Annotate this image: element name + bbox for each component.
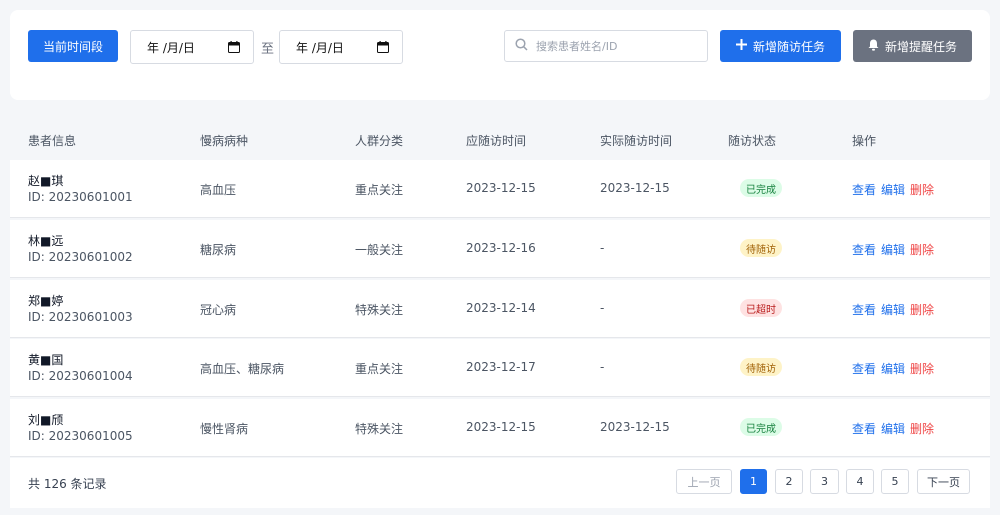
patient-id: ID: 20230601001	[28, 190, 133, 204]
calendar-icon[interactable]	[227, 40, 241, 54]
pagination-bar: 共 126 条记录 上一页 1 2 3 4 5 下一页	[10, 458, 990, 508]
search-icon	[515, 38, 528, 54]
date-to-text: 年 /月/日	[296, 40, 344, 55]
view-link[interactable]: 查看	[852, 360, 876, 377]
patient-id: ID: 20230601002	[28, 250, 133, 264]
add-followup-button[interactable]: 新增随访任务	[720, 30, 841, 62]
actual-time: -	[600, 241, 605, 255]
col-actual-time: 实际随访时间	[600, 134, 673, 148]
status-badge: 待随访	[740, 239, 782, 257]
disease: 慢性肾病	[200, 422, 249, 436]
disease: 冠心病	[200, 303, 237, 317]
table-row: 赵■琪 ID: 20230601001 高血压 重点关注 2023-12-15 …	[10, 160, 990, 218]
due-time: 2023-12-17	[466, 360, 536, 374]
due-time: 2023-12-15	[466, 420, 536, 434]
patient-id: ID: 20230601003	[28, 310, 133, 324]
edit-link[interactable]: 编辑	[881, 181, 905, 198]
actual-time: 2023-12-15	[600, 420, 670, 434]
add-reminder-label: 新增提醒任务	[884, 39, 957, 54]
col-due-time: 应随访时间	[466, 134, 527, 148]
delete-link[interactable]: 删除	[910, 420, 934, 437]
col-patient-info: 患者信息	[28, 134, 77, 148]
table-row: 郑■婷 ID: 20230601003 冠心病 特殊关注 2023-12-14 …	[10, 280, 990, 338]
add-followup-label: 新增随访任务	[752, 39, 825, 54]
group: 重点关注	[355, 362, 404, 376]
status-badge: 已完成	[740, 418, 782, 436]
actual-time: -	[600, 301, 605, 315]
status-badge: 已超时	[740, 299, 782, 317]
followup-table: 患者信息 慢病病种 人群分类 应随访时间 实际随访时间 随访状态 操作 赵■琪 …	[10, 120, 990, 508]
patient-id: ID: 20230601005	[28, 429, 133, 443]
table-row: 刘■颀 ID: 20230601005 慢性肾病 特殊关注 2023-12-15…	[10, 399, 990, 457]
calendar-icon[interactable]	[376, 40, 390, 54]
filter-toolbar: 当前时间段 年 /月/日 至 年 /月/日 新增随访任务 新增提醒任务	[10, 10, 990, 100]
due-time: 2023-12-16	[466, 241, 536, 255]
col-group: 人群分类	[355, 134, 404, 148]
add-reminder-button[interactable]: 新增提醒任务	[853, 30, 972, 62]
col-status: 随访状态	[728, 134, 777, 148]
status-badge: 待随访	[740, 358, 782, 376]
view-link[interactable]: 查看	[852, 241, 876, 258]
edit-link[interactable]: 编辑	[881, 241, 905, 258]
actual-time: 2023-12-15	[600, 181, 670, 195]
bell-icon	[868, 39, 879, 54]
patient-search[interactable]	[504, 30, 708, 62]
col-actions: 操作	[852, 134, 877, 148]
view-link[interactable]: 查看	[852, 181, 876, 198]
status-badge: 已完成	[740, 179, 782, 197]
edit-link[interactable]: 编辑	[881, 301, 905, 318]
search-input[interactable]	[536, 39, 696, 53]
page-4-button[interactable]: 4	[846, 469, 874, 494]
actual-time: -	[600, 360, 605, 374]
total-records: 共 126 条记录	[28, 477, 107, 491]
disease: 高血压、糖尿病	[200, 362, 285, 376]
patient-name: 黄■国	[28, 353, 64, 367]
date-from-text: 年 /月/日	[147, 40, 195, 55]
due-time: 2023-12-15	[466, 181, 536, 195]
page-3-button[interactable]: 3	[810, 469, 839, 494]
table-header: 患者信息 慢病病种 人群分类 应随访时间 实际随访时间 随访状态 操作	[10, 120, 990, 160]
patient-name: 林■远	[28, 234, 64, 248]
plus-icon	[735, 39, 747, 53]
current-period-button[interactable]: 当前时间段	[28, 30, 118, 62]
table-row: 黄■国 ID: 20230601004 高血压、糖尿病 重点关注 2023-12…	[10, 339, 990, 397]
delete-link[interactable]: 删除	[910, 181, 934, 198]
table-row: 林■远 ID: 20230601002 糖尿病 一般关注 2023-12-16 …	[10, 220, 990, 278]
patient-id: ID: 20230601004	[28, 369, 133, 383]
page-5-button[interactable]: 5	[881, 469, 909, 494]
group: 一般关注	[355, 243, 404, 257]
patient-name: 郑■婷	[28, 294, 64, 308]
delete-link[interactable]: 删除	[910, 360, 934, 377]
patient-name: 赵■琪	[28, 174, 64, 188]
group: 特殊关注	[355, 303, 404, 317]
edit-link[interactable]: 编辑	[881, 360, 905, 377]
delete-link[interactable]: 删除	[910, 301, 934, 318]
prev-page-button[interactable]: 上一页	[676, 469, 732, 494]
disease: 糖尿病	[200, 243, 237, 257]
page-2-button[interactable]: 2	[775, 469, 803, 494]
group: 特殊关注	[355, 422, 404, 436]
disease: 高血压	[200, 183, 237, 197]
due-time: 2023-12-14	[466, 301, 536, 315]
date-range-separator: 至	[261, 42, 275, 57]
edit-link[interactable]: 编辑	[881, 420, 905, 437]
view-link[interactable]: 查看	[852, 301, 876, 318]
page-1-button[interactable]: 1	[740, 469, 767, 494]
view-link[interactable]: 查看	[852, 420, 876, 437]
next-page-button[interactable]: 下一页	[917, 469, 970, 494]
col-disease: 慢病病种	[200, 134, 249, 148]
group: 重点关注	[355, 183, 404, 197]
date-from-input[interactable]: 年 /月/日	[130, 30, 254, 64]
date-to-input[interactable]: 年 /月/日	[279, 30, 403, 64]
patient-name: 刘■颀	[28, 413, 64, 427]
delete-link[interactable]: 删除	[910, 241, 934, 258]
